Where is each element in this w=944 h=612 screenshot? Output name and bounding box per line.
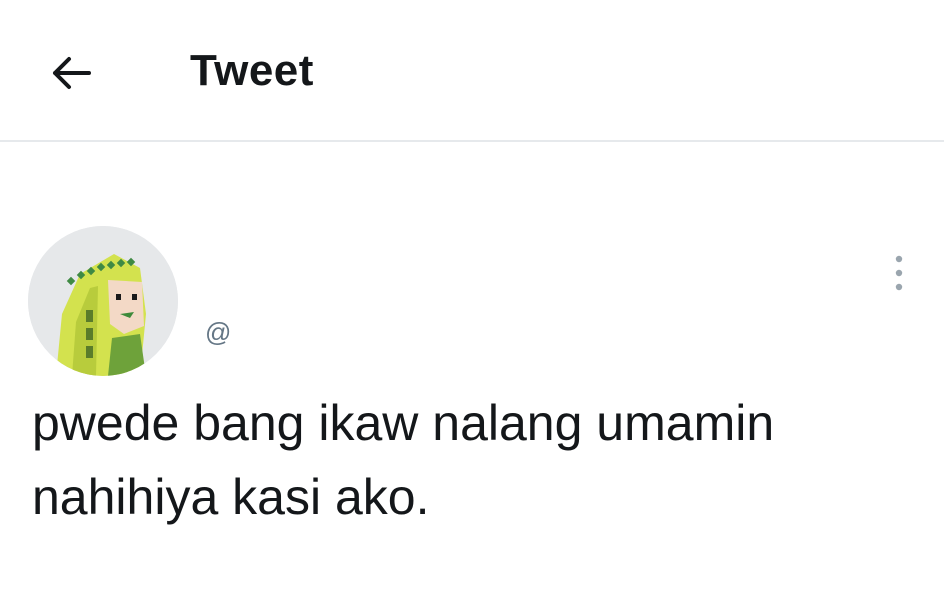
avatar[interactable]	[28, 226, 178, 376]
more-options-button[interactable]	[884, 252, 914, 294]
page-title: Tweet	[190, 46, 314, 95]
arrow-left-icon	[53, 57, 91, 89]
top-app-bar: Tweet	[0, 0, 944, 142]
tweet-text: pwede bang ikaw nalang umamin nahihiya k…	[32, 395, 775, 525]
avatar-illustration	[28, 226, 178, 376]
back-button[interactable]	[40, 42, 102, 104]
user-handle[interactable]: @	[205, 316, 231, 348]
more-vertical-icon	[895, 255, 903, 291]
